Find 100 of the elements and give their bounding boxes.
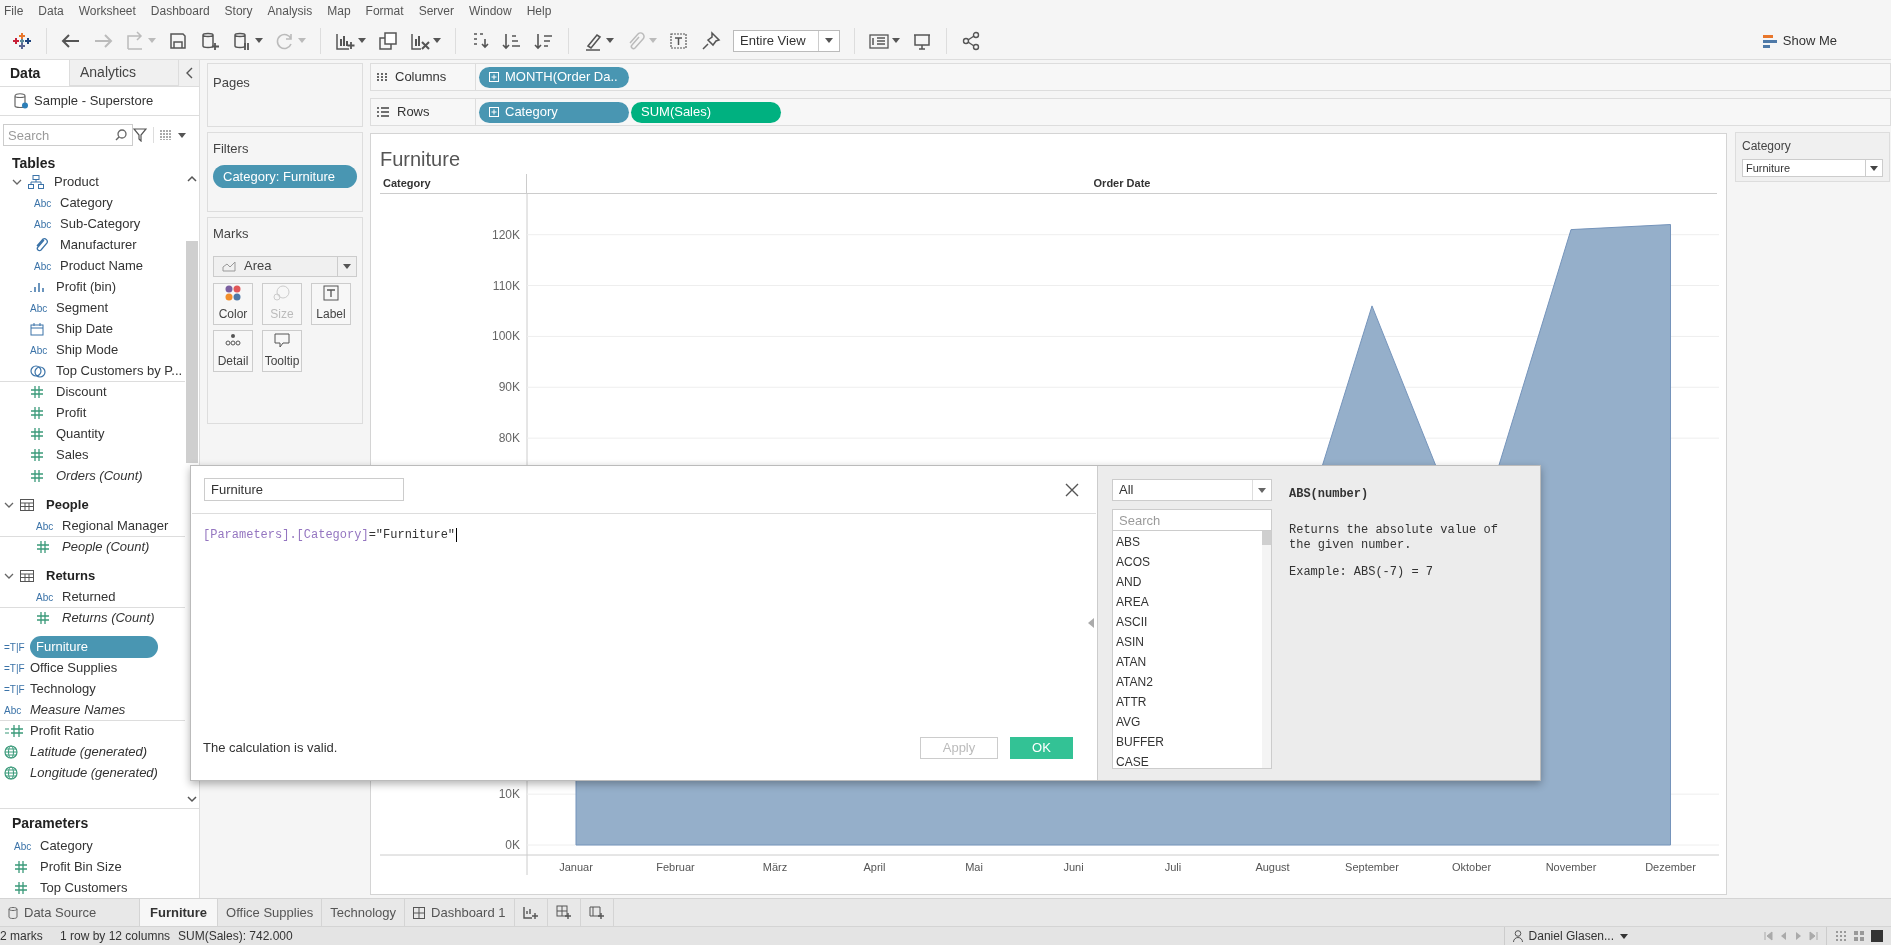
function-item[interactable]: CASE xyxy=(1113,752,1262,768)
menu-item[interactable]: Help xyxy=(526,2,552,20)
table-name[interactable]: Returns xyxy=(46,566,96,586)
shelf-label: Rows xyxy=(397,103,430,122)
menu-item[interactable]: Story xyxy=(224,2,253,20)
field-name[interactable]: Category xyxy=(40,836,93,856)
field-name[interactable]: Top Customers by P... xyxy=(56,361,183,381)
function-search-field[interactable]: Search xyxy=(1113,510,1271,531)
caret-icon xyxy=(606,38,614,43)
field-name[interactable]: Latitude (generated) xyxy=(30,742,148,762)
grid-view-icon[interactable] xyxy=(1835,930,1847,942)
menu-item[interactable]: Server xyxy=(418,2,454,20)
field-name[interactable]: Top Customers xyxy=(40,878,128,898)
list-view-icon[interactable] xyxy=(160,130,172,141)
field-name[interactable]: Segment xyxy=(56,298,109,318)
menu-item[interactable]: Format xyxy=(365,2,404,20)
menu-item[interactable]: Dashboard xyxy=(150,2,210,20)
field-name[interactable]: Returns (Count) xyxy=(62,608,155,628)
mark-type-dropdown[interactable]: Area xyxy=(213,255,357,277)
field-name[interactable]: Sales xyxy=(56,445,89,465)
view-dropdown[interactable]: Entire View xyxy=(733,29,840,52)
marks-button[interactable]: Tooltip xyxy=(262,329,302,372)
function-item[interactable]: ATAN2 xyxy=(1113,672,1262,692)
function-item[interactable]: ATTR xyxy=(1113,692,1262,712)
filter-dropdown[interactable]: Furniture xyxy=(1742,159,1883,177)
tile-view-icon[interactable] xyxy=(1853,930,1865,942)
caret-icon xyxy=(1620,933,1628,939)
field-name[interactable]: Technology xyxy=(30,679,96,699)
collapse-arrow-icon[interactable] xyxy=(1088,618,1094,628)
field-name[interactable]: Regional Manager xyxy=(62,516,169,536)
field-name[interactable]: Profit xyxy=(56,403,87,423)
sheet-tab[interactable]: Furniture xyxy=(140,899,219,926)
scrollbar-thumb[interactable] xyxy=(186,241,198,464)
axis-tick-label: April xyxy=(863,861,886,873)
scrollbar-thumb[interactable] xyxy=(1262,531,1271,545)
formula-editor[interactable]: [Parameters].[Category]="Furniture" xyxy=(203,526,458,544)
scroll-down-icon[interactable] xyxy=(187,795,197,804)
filter-icon[interactable] xyxy=(133,128,147,143)
field-name[interactable]: Product Name xyxy=(60,256,144,276)
table-name[interactable]: People xyxy=(46,495,89,515)
chevron-icon[interactable] xyxy=(4,502,14,509)
new-dashboard-icon[interactable] xyxy=(555,905,572,920)
menu-item[interactable]: Data xyxy=(38,2,64,20)
field-name[interactable]: Category xyxy=(60,193,113,213)
function-item[interactable]: ACOS xyxy=(1113,552,1262,572)
field-name[interactable]: Profit Bin Size xyxy=(40,857,122,877)
menu-item[interactable]: File xyxy=(4,2,24,20)
dots-icon xyxy=(224,331,242,348)
function-item[interactable]: AND xyxy=(1113,572,1262,592)
field-name[interactable]: Manufacturer xyxy=(60,235,137,255)
datasource-name[interactable]: Sample - Superstore xyxy=(34,91,154,111)
menu-item[interactable]: Map xyxy=(327,2,351,20)
field-name[interactable]: Ship Date xyxy=(56,319,114,339)
field-name[interactable]: Profit (bin) xyxy=(56,277,116,297)
menu-item[interactable]: Window xyxy=(468,2,512,20)
name-field[interactable]: Furniture xyxy=(204,478,404,501)
user-menu[interactable]: Daniel Glasen... xyxy=(1503,927,1636,945)
function-item[interactable]: ABS xyxy=(1113,532,1262,552)
chevron-icon[interactable] xyxy=(4,573,14,580)
type-label: =T|F xyxy=(4,682,26,697)
axis-tick-label: Juni xyxy=(1063,861,1084,873)
function-item[interactable]: ATAN xyxy=(1113,652,1262,672)
search-field[interactable]: Search xyxy=(3,124,133,147)
field-name[interactable]: Returned xyxy=(62,587,116,607)
side-tab[interactable]: Analytics xyxy=(70,60,179,87)
axis-tick-label: 80K xyxy=(498,431,520,446)
close-icon[interactable] xyxy=(1065,482,1079,497)
type-label: Abc xyxy=(34,259,53,274)
field-name[interactable]: Office Supplies xyxy=(30,658,118,678)
text-box-icon xyxy=(669,30,689,51)
marks-button[interactable]: Color xyxy=(213,282,253,325)
caret-icon xyxy=(433,38,441,43)
new-worksheet-icon[interactable] xyxy=(522,905,539,920)
field-name[interactable]: Product xyxy=(54,172,99,192)
field-name[interactable]: Orders (Count) xyxy=(56,466,143,486)
category-dropdown[interactable]: All xyxy=(1112,479,1272,501)
field-name[interactable]: Longitude (generated) xyxy=(30,763,158,783)
marks-button[interactable]: Label xyxy=(311,282,351,325)
field-name[interactable]: Measure Names xyxy=(30,700,126,720)
menu-item[interactable]: Worksheet xyxy=(78,2,136,20)
function-item[interactable]: AVG xyxy=(1113,712,1262,732)
marks-button[interactable]: Detail xyxy=(213,329,253,372)
function-item[interactable]: ASCII xyxy=(1113,612,1262,632)
field-name[interactable]: Profit Ratio xyxy=(30,721,95,741)
show-me-button[interactable]: Show Me xyxy=(1754,26,1845,55)
collapse-icon[interactable] xyxy=(185,67,193,80)
field-name[interactable]: Ship Mode xyxy=(56,340,119,360)
logo-icon[interactable] xyxy=(12,30,32,51)
type-label: Abc xyxy=(14,839,33,854)
menu-item[interactable]: Analysis xyxy=(267,2,313,20)
field-name[interactable]: People (Count) xyxy=(62,537,150,557)
field-name[interactable]: Discount xyxy=(56,382,107,402)
function-item[interactable]: BUFFER xyxy=(1113,732,1262,752)
field-name[interactable]: Sub-Category xyxy=(60,214,141,234)
chevron-icon[interactable] xyxy=(12,179,22,186)
function-item[interactable]: ASIN xyxy=(1113,632,1262,652)
scroll-up-icon[interactable] xyxy=(187,175,197,184)
field-name[interactable]: Quantity xyxy=(56,424,105,444)
new-story-icon[interactable] xyxy=(588,905,605,920)
function-item[interactable]: AREA xyxy=(1113,592,1262,612)
